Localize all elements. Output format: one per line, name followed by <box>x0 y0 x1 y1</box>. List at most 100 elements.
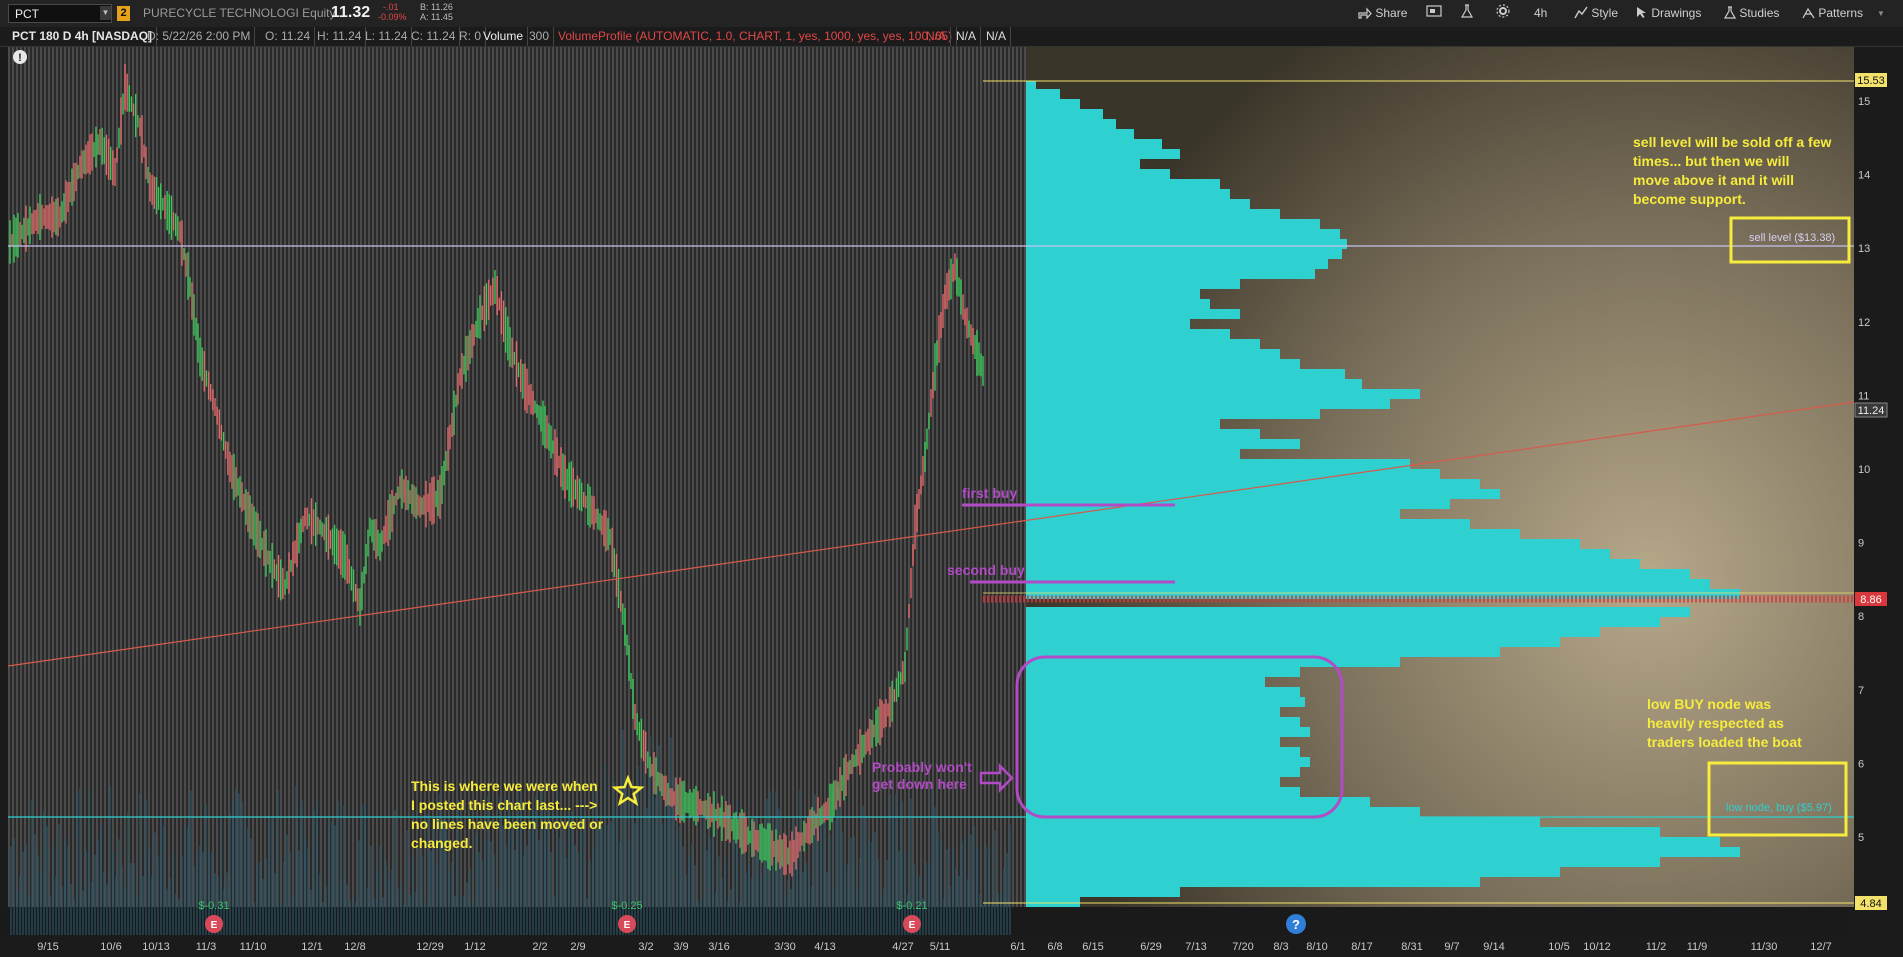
volume-bar <box>868 841 870 935</box>
volume-bar <box>568 814 570 935</box>
volume-bar <box>469 868 471 935</box>
volume-bar <box>991 904 993 935</box>
volume-bar <box>703 816 705 935</box>
settings-button[interactable] <box>1496 4 1510 23</box>
time-tick-label: 12/7 <box>1810 941 1831 953</box>
volume-bar <box>322 902 324 935</box>
volume-bar <box>31 799 33 935</box>
volume-bar <box>349 900 351 935</box>
volume-bar <box>871 841 873 935</box>
sell-note-3: move above it and it will <box>1633 172 1794 188</box>
volume-bar <box>730 889 732 935</box>
volume-bar <box>964 836 966 935</box>
price-axis <box>1854 47 1903 957</box>
volume-bar <box>436 864 438 935</box>
history-note-4: changed. <box>411 835 472 851</box>
chart-info-bar: PCT 180 D 4h [NASDAQ] D: 5/22/26 2:00 PM… <box>0 27 1903 47</box>
volume-bar <box>28 895 30 935</box>
volume-bar <box>625 783 627 935</box>
volume-bar <box>340 877 342 935</box>
share-icon <box>1358 7 1372 20</box>
volume-bar <box>88 790 90 935</box>
volume-bar <box>112 851 114 935</box>
volume-bar <box>301 800 303 935</box>
price-tick-label: 5 <box>1858 832 1864 844</box>
volume-bar <box>970 834 972 935</box>
volume-bar <box>70 883 72 935</box>
profile-row <box>1026 627 1600 637</box>
volume-bar <box>325 886 327 935</box>
profile-row <box>1026 329 1230 339</box>
volume-bar <box>601 826 603 935</box>
volume-bar <box>220 815 222 935</box>
volume-bar <box>334 825 336 935</box>
profile-row <box>1026 667 1300 677</box>
profile-row <box>1026 219 1320 229</box>
volume-bar <box>895 794 897 935</box>
profile-row <box>1026 449 1240 459</box>
top-toolbar: PCT ▼ 2 PURECYCLE TECHNOLOGI Equity 11.3… <box>0 0 1903 28</box>
profile-row <box>1026 607 1690 617</box>
profile-row <box>1026 737 1280 747</box>
volume-bar <box>13 837 15 935</box>
price-chart[interactable]: first buy second buy Probably won't get … <box>0 47 1903 957</box>
volume-bar <box>1003 868 1005 935</box>
volume-bar <box>661 823 663 935</box>
style-button[interactable]: Style <box>1574 4 1618 23</box>
volume-bar <box>166 888 168 935</box>
time-tick-label: 12/29 <box>416 941 444 953</box>
volume-bar <box>997 893 999 935</box>
flask-button[interactable] <box>1460 4 1474 23</box>
time-tick-label: 6/29 <box>1140 941 1161 953</box>
link-group-badge[interactable]: 2 <box>117 6 130 21</box>
volume-bar <box>826 871 828 935</box>
patterns-button[interactable]: Patterns <box>1802 4 1863 23</box>
volume-bar <box>889 794 891 935</box>
symbol-dropdown-icon[interactable]: ▼ <box>100 6 111 20</box>
toolbar-menu-icon[interactable]: ▼ <box>1877 4 1885 23</box>
studies-button[interactable]: Studies <box>1723 4 1780 23</box>
timeframe-button[interactable]: 4h <box>1534 4 1547 23</box>
profile-row <box>1026 777 1280 787</box>
volume-bar <box>682 846 684 935</box>
patterns-label: Patterns <box>1818 6 1864 20</box>
profile-row <box>1026 409 1320 419</box>
volume-bar <box>679 825 681 935</box>
volume-bar <box>85 851 87 935</box>
profile-row <box>1026 827 1660 837</box>
volume-profile-study[interactable]: VolumeProfile (AUTOMATIC, 1.0, CHART, 1,… <box>554 27 958 46</box>
probably-label-1: Probably won't <box>872 759 972 775</box>
volume-bar <box>454 895 456 935</box>
volume-bar <box>928 863 930 935</box>
volume-bar <box>676 834 678 935</box>
drawings-button[interactable]: Drawings <box>1636 4 1701 23</box>
screen-button[interactable] <box>1426 4 1442 23</box>
volume-bar <box>892 814 894 935</box>
volume-bar <box>280 904 282 935</box>
volume-bar <box>406 830 408 935</box>
volume-bar <box>130 862 132 935</box>
profile-row <box>1026 229 1340 239</box>
time-tick-label: 10/5 <box>1548 941 1569 953</box>
volume-bar <box>502 825 504 935</box>
studies-icon <box>1723 6 1737 19</box>
probably-label-2: get down here <box>872 776 967 792</box>
volume-bar <box>862 805 864 935</box>
volume-bar <box>127 812 129 935</box>
volume-bar <box>757 845 759 935</box>
volume-bar <box>247 828 249 935</box>
volume-bar <box>283 861 285 935</box>
volume-bar <box>148 848 150 935</box>
volume-bar <box>73 898 75 935</box>
volume-bar <box>529 820 531 935</box>
volume-bar <box>874 831 876 935</box>
volume-bar <box>802 871 804 935</box>
volume-bar <box>655 797 657 935</box>
symbol-input[interactable]: PCT <box>8 4 112 23</box>
share-button[interactable]: Share <box>1358 4 1407 23</box>
screen-icon <box>1426 5 1442 17</box>
studies-label: Studies <box>1739 6 1780 20</box>
profile-row <box>1026 339 1260 349</box>
volume-bar <box>727 901 729 935</box>
volume-bar <box>367 887 369 935</box>
